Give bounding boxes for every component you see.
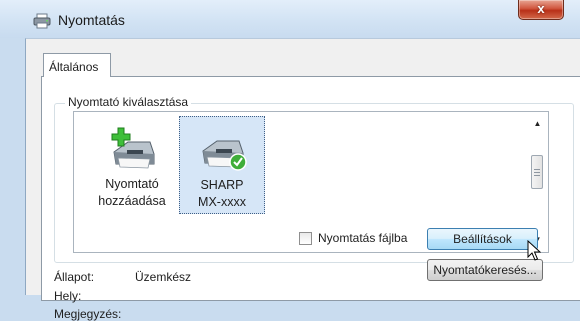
close-button[interactable]: x <box>518 0 564 20</box>
status-value: Üzemkész <box>135 270 192 284</box>
mouse-cursor-icon <box>527 240 541 261</box>
dialog-client-area: Általános Nyomtató kiválasztása Nyomtató… <box>25 38 580 321</box>
printer-item-add[interactable]: Nyomtató hozzáadása <box>89 116 175 214</box>
printer-default-icon <box>202 140 247 171</box>
printer-item-sharp-label: SHARP MX-xxxx <box>198 178 246 209</box>
printer-item-sharp[interactable]: SHARP MX-xxxx <box>179 116 265 214</box>
status-label: Állapot: <box>54 270 95 284</box>
tab-general-label: Általános <box>49 60 99 74</box>
location-label: Hely: <box>54 289 82 303</box>
add-printer-icon <box>111 127 155 169</box>
preferences-button-label: Beállítások <box>453 232 512 246</box>
close-icon: x <box>537 1 545 16</box>
title-bar: Nyomtatás x <box>0 0 580 38</box>
printer-select-group-label: Nyomtató kiválasztása <box>65 95 192 109</box>
tab-general[interactable]: Általános <box>43 53 111 77</box>
find-printer-button-label: Nyomtatókeresés... <box>433 263 537 277</box>
printer-icon <box>33 13 51 29</box>
printer-item-add-label: Nyomtató hozzáadása <box>98 177 166 208</box>
preferences-button[interactable]: Beállítások <box>427 228 538 250</box>
comment-label: Megjegyzés: <box>54 307 122 321</box>
print-to-file-label[interactable]: Nyomtatás fájlba <box>318 231 407 245</box>
print-to-file-checkbox[interactable] <box>299 232 312 245</box>
find-printer-button[interactable]: Nyomtatókeresés... <box>427 259 543 281</box>
scroll-thumb[interactable] <box>531 155 543 189</box>
window-title: Nyomtatás <box>58 12 125 28</box>
scroll-up-arrow-icon[interactable]: ▲ <box>529 117 546 131</box>
